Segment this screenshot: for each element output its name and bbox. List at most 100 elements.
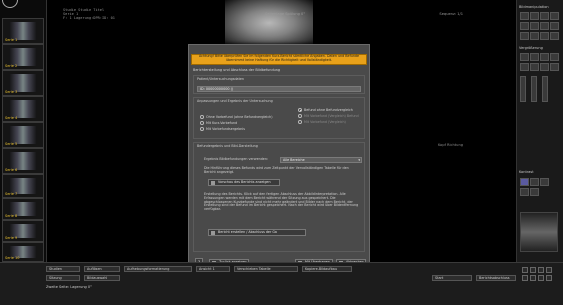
grid-3-button[interactable] (540, 63, 549, 71)
zoom-in-button[interactable] (520, 53, 529, 61)
bottom-button[interactable]: Sitzung (46, 275, 80, 281)
actual-size-button[interactable] (550, 53, 559, 61)
bottom-button[interactable]: Kopiere-Bildaufbau (302, 266, 352, 272)
reset-tool-button[interactable] (530, 32, 539, 40)
gamma-slider[interactable] (542, 76, 548, 102)
thumbnail-item[interactable]: Serie 1 (2, 18, 44, 44)
viewer-overlay-text: Studie Studie Titel Serie 1 F: 1 Lagerun… (63, 8, 115, 21)
thumbnail-item[interactable]: Serie 4 (2, 96, 44, 122)
select-caption: Ergebnis Bildbefundungen verwenden: (204, 157, 269, 161)
panel-section-label: Bildmanipulation (519, 5, 549, 9)
play-icon[interactable] (522, 275, 528, 281)
button-label: Bericht erstellen / Abschluss der Ga (218, 230, 277, 234)
thumbnail-label: Serie 3 (5, 90, 18, 94)
bottom-button[interactable]: Aufhebungsformatierung (124, 266, 192, 272)
result-group: Befundergebnis und Bild-Darstellung Erge… (193, 142, 365, 252)
sequence-info: Sequenz: 1/1 (439, 12, 463, 16)
angle-tool-button[interactable] (530, 22, 539, 30)
thumbnail-item[interactable]: Serie 9 (2, 220, 44, 242)
contrast-preset-1-button[interactable] (520, 178, 529, 186)
roi-tool-button[interactable] (550, 32, 559, 40)
radio-label: Mit Vorbefund (Vergleich) Befund (304, 114, 359, 118)
status-text: Zweite Seite: Lagerung 0° (46, 285, 92, 289)
result-select[interactable]: Alle Bereiche ▾ (280, 157, 362, 163)
window-tool-button[interactable] (540, 32, 549, 40)
adjustments-group: Anpassungen und Ergebnis der Untersuchun… (193, 97, 365, 139)
panel-section-label: Vergrößerung (519, 46, 543, 50)
thumbnail-item[interactable]: Serie 5 (2, 122, 44, 148)
window-corner-handle (2, 0, 18, 8)
orientation-info: Kopf Richtung (437, 143, 463, 147)
radio-prior-result[interactable] (200, 127, 204, 131)
bottom-button[interactable]: Ansicht 1 (196, 266, 230, 272)
document-icon (211, 231, 215, 235)
brightness-slider[interactable] (520, 76, 526, 102)
thumbnail-item[interactable]: Serie 3 (2, 70, 44, 96)
thumbnail-label: Serie 4 (5, 116, 18, 120)
preview-image (520, 212, 558, 252)
fit-button[interactable] (540, 53, 549, 61)
grid-2-button[interactable] (530, 63, 539, 71)
preview-report-button[interactable]: Vorschau des Berichts anzeigen (208, 179, 280, 186)
thumbnail-item[interactable]: Serie 8 (2, 198, 44, 220)
radio-no-comparison[interactable] (298, 108, 302, 112)
zoom-tool-button[interactable] (530, 12, 539, 20)
bottom-button[interactable]: Verschieben Tabelle (234, 266, 298, 272)
contrast-preset-5-button[interactable] (530, 188, 539, 196)
last-icon[interactable] (546, 267, 552, 273)
body-text: Erstellung des Berichts. Klick auf den f… (204, 192, 359, 212)
radio-label: Mit Vorbefundsergebnis (206, 127, 246, 131)
next-icon[interactable] (538, 267, 544, 273)
radio-short-prior[interactable] (200, 121, 204, 125)
measure-tool-button[interactable] (520, 22, 529, 30)
grid-4-button[interactable] (550, 63, 559, 71)
text-tool-button[interactable] (540, 22, 549, 30)
create-report-button[interactable]: Bericht erstellen / Abschluss der Ga (208, 229, 306, 236)
contrast-slider[interactable] (531, 76, 537, 102)
radio-with-prior[interactable] (298, 120, 302, 124)
thumbnail-item[interactable]: Serie 10 (2, 242, 44, 262)
document-icon (211, 181, 215, 185)
button-label: Vorschau des Berichts anzeigen (218, 180, 271, 184)
loop-icon[interactable] (538, 275, 544, 281)
grid-1-button[interactable] (520, 63, 529, 71)
radio-no-prior[interactable] (200, 115, 204, 119)
chevron-down-icon: ▾ (358, 158, 360, 162)
group-label: Befundergebnis und Bild-Darstellung (197, 144, 258, 148)
settings-icon[interactable] (546, 275, 552, 281)
contrast-preset-2-button[interactable] (530, 178, 539, 186)
contrast-preset-4-button[interactable] (520, 188, 529, 196)
thumbnail-item[interactable]: Serie 6 (2, 148, 44, 174)
stop-icon[interactable] (530, 275, 536, 281)
bottom-button[interactable]: Bildauswahl (84, 275, 120, 281)
thumbnail-item[interactable]: Serie 7 (2, 174, 44, 198)
dialog-section-title: Berichterstellung und Abschluss der Bild… (193, 68, 281, 72)
zoom-out-button[interactable] (530, 53, 539, 61)
group-label: Patient/Untersuchungsdaten (197, 77, 244, 81)
pan-tool-button[interactable] (520, 12, 529, 20)
radio-label: Mit Vorbefund (Vergleich) (304, 120, 346, 124)
bottom-button[interactable]: Studien (46, 266, 80, 272)
invert-tool-button[interactable] (520, 32, 529, 40)
thumbnail-label: Serie 7 (5, 192, 18, 196)
arrow-tool-button[interactable] (550, 22, 559, 30)
radio-label: Mit Kurz-Vorbefund (206, 121, 238, 125)
prev-icon[interactable] (530, 267, 536, 273)
thumbnail-item[interactable]: Serie 2 (2, 44, 44, 70)
radio-with-comparison[interactable] (298, 114, 302, 118)
rotate-tool-button[interactable] (540, 12, 549, 20)
report-finish-button[interactable]: Berichtsabschluss (476, 275, 516, 281)
thumbnail-label: Serie 10 (5, 256, 20, 260)
bottom-button[interactable]: Auflösen (84, 266, 120, 272)
first-icon[interactable] (522, 267, 528, 273)
start-button[interactable]: Start (432, 275, 472, 281)
flip-tool-button[interactable] (550, 12, 559, 20)
xray-image (225, 0, 313, 46)
tool-panel: Bildmanipulation Vergrößerung Kontrast (516, 0, 563, 262)
bottom-toolbar: Studien Auflösen Aufhebungsformatierung … (0, 262, 563, 305)
thumbnail-label: Serie 5 (5, 142, 18, 146)
info-text: Die Hinführung dieses Befunds wird zum Z… (204, 166, 349, 174)
patient-id-field[interactable]: ID: 00000000000 () (197, 86, 361, 92)
contrast-preset-3-button[interactable] (540, 178, 549, 186)
thumbnail-label: Serie 9 (5, 236, 18, 240)
